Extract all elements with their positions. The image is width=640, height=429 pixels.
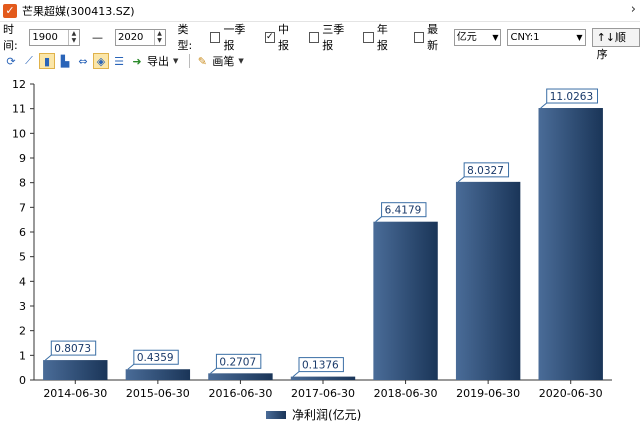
x-tick-label: 2018-06-30 <box>374 387 438 400</box>
bar <box>290 376 356 380</box>
sort-arrows-icon: ↑↓ <box>596 30 615 44</box>
data-label-leader <box>457 176 465 183</box>
title-bar: ✓ 芒果超媒(300413.SZ) › <box>0 0 640 22</box>
bar <box>43 360 108 380</box>
legend-swatch <box>266 410 286 419</box>
chevron-down-icon[interactable]: ▼ <box>173 57 178 65</box>
checkbox-box[interactable] <box>413 31 425 43</box>
y-tick-label: 8 <box>19 177 26 190</box>
sort-order-button[interactable]: ↑↓顺序 <box>591 27 640 61</box>
chevron-down-icon[interactable]: ▼ <box>238 57 243 65</box>
y-tick-label: 12 <box>12 78 26 91</box>
bar <box>373 221 438 380</box>
data-label: 0.8073 <box>54 343 91 355</box>
checkmark-icon[interactable]: ✓ <box>264 31 276 43</box>
scale-icon[interactable]: ⇔ <box>75 53 91 69</box>
x-tick-label: 2015-06-30 <box>126 387 190 400</box>
time-label: 时间: <box>3 23 18 52</box>
data-label: 6.4179 <box>385 205 422 217</box>
stepper-arrows-icon[interactable]: ▲ ▼ <box>67 29 79 45</box>
bar <box>538 108 603 380</box>
data-label-leader <box>292 371 300 377</box>
range-dash: — <box>91 30 103 44</box>
pen-icon[interactable]: ✎ <box>194 53 210 69</box>
data-label-leader <box>44 354 52 361</box>
x-tick-label: 2019-06-30 <box>456 387 520 400</box>
stepper-arrows-icon[interactable]: ▲ ▼ <box>153 29 165 45</box>
unit-value: 亿元 <box>456 31 477 43</box>
y-tick-label: 1 <box>19 349 26 362</box>
data-label-leader <box>375 216 382 223</box>
y-tick-label: 5 <box>19 251 26 264</box>
legend: 净利润(亿元) <box>266 406 361 423</box>
legend-label: 净利润(亿元) <box>292 408 362 422</box>
x-tick-label: 2020-06-30 <box>539 387 603 400</box>
toolbar-separator <box>189 54 191 68</box>
checkbox-q3[interactable]: 三季报 <box>308 21 354 53</box>
data-label: 8.0327 <box>467 165 504 177</box>
check-icon: ✓ <box>3 3 17 18</box>
bar <box>455 181 521 380</box>
checkbox-label: 年报 <box>376 23 388 52</box>
chevron-down-icon: ▼ <box>492 32 499 42</box>
export-icon[interactable]: ➜ <box>129 53 145 69</box>
data-label: 11.0263 <box>550 91 593 103</box>
data-label: 0.2707 <box>219 356 256 368</box>
year-to-stepper[interactable]: 2020 ▲ ▼ <box>114 28 166 46</box>
bar <box>125 369 191 380</box>
label-tag-icon[interactable]: ◈ <box>93 53 109 69</box>
area-chart-icon[interactable]: ▙ <box>57 53 73 69</box>
unit-select[interactable]: 亿元 ▼ <box>453 28 502 46</box>
checkbox-q1[interactable]: 一季报 <box>209 21 255 53</box>
y-tick-label: 9 <box>19 152 26 165</box>
window-title: 芒果超媒(300413.SZ) <box>22 4 135 18</box>
checkbox-box[interactable] <box>308 31 320 43</box>
data-label-leader <box>540 102 548 109</box>
checkbox-annual[interactable]: 年报 <box>363 21 397 53</box>
chevron-down-icon: ▼ <box>576 32 583 42</box>
year-from-stepper[interactable]: 1900 ▲ ▼ <box>29 28 80 46</box>
checkbox-box[interactable] <box>363 31 374 43</box>
y-tick-label: 3 <box>19 300 26 313</box>
options-bar: 时间: 1900 ▲ ▼ — 2020 ▲ ▼ 类型: 一季报 ✓ 中报 三季报 年报… <box>0 23 640 61</box>
checkbox-label: 三季报 <box>322 23 345 52</box>
type-label: 类型: <box>177 23 193 52</box>
chevron-right-icon[interactable]: › <box>631 2 636 17</box>
currency-value: CNY:1 <box>510 31 540 43</box>
y-tick-label: 6 <box>19 226 26 239</box>
checkbox-box[interactable] <box>209 31 221 43</box>
checkbox-interim[interactable]: ✓ 中报 <box>264 21 299 53</box>
currency-select[interactable]: CNY:1 ▼ <box>507 28 586 46</box>
checkbox-latest[interactable]: 最新 <box>413 21 448 53</box>
y-tick-label: 4 <box>19 275 26 288</box>
export-button[interactable]: 导出 <box>147 53 169 69</box>
y-tick-label: 2 <box>19 325 26 338</box>
y-tick-label: 10 <box>12 127 26 140</box>
data-label: 0.1376 <box>302 360 339 372</box>
data-label-leader <box>127 363 135 370</box>
checkbox-label: 中报 <box>278 23 290 52</box>
refresh-icon[interactable]: ⟳ <box>3 53 19 69</box>
y-tick-label: 7 <box>19 201 26 214</box>
draw-button[interactable]: 画笔 <box>212 53 234 69</box>
year-from-value: 1900 <box>32 31 58 43</box>
table-icon[interactable]: ☰ <box>111 53 127 69</box>
checkbox-label: 一季报 <box>223 23 246 52</box>
checkbox-label: 最新 <box>427 23 439 52</box>
data-label-leader <box>210 367 217 374</box>
year-to-value: 2020 <box>117 31 144 43</box>
x-tick-label: 2016-06-30 <box>208 387 272 400</box>
chart-toolbar: ⟳ ⟋ ▮ ▙ ⇔ ◈ ☰ ➜ 导出 ▼ ✎ 画笔 ▼ <box>0 51 640 71</box>
x-tick-label: 2017-06-30 <box>291 387 355 400</box>
data-label: 0.4359 <box>137 352 174 364</box>
bar <box>208 373 273 380</box>
x-tick-label: 2014-06-30 <box>43 387 107 400</box>
bar-chart: 01234567891011122014-06-300.80732015-06-… <box>12 78 612 400</box>
y-tick-label: 0 <box>19 374 26 387</box>
line-chart-icon[interactable]: ⟋ <box>21 53 37 69</box>
y-tick-label: 11 <box>12 103 26 116</box>
bar-chart-icon[interactable]: ▮ <box>39 53 55 69</box>
